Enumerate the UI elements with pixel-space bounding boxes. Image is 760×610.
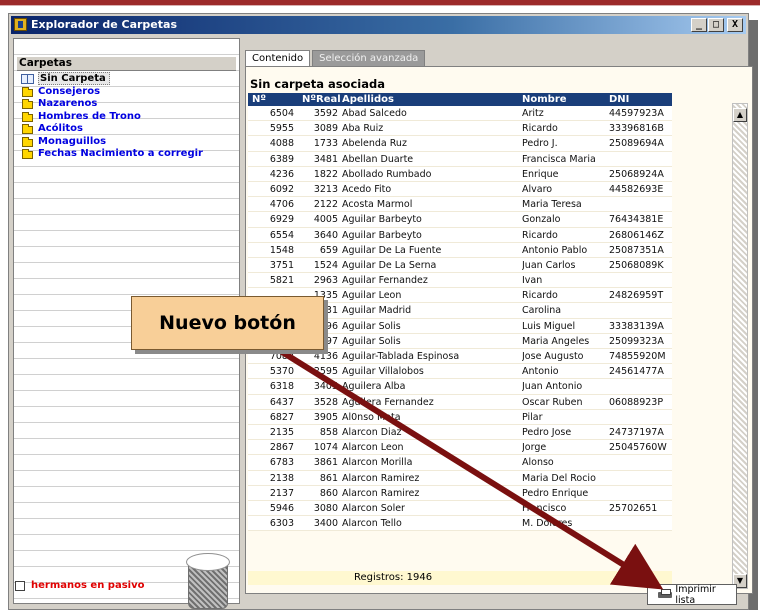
callout-box: Nuevo botón — [131, 296, 324, 350]
annotation-arrow — [248, 329, 664, 590]
